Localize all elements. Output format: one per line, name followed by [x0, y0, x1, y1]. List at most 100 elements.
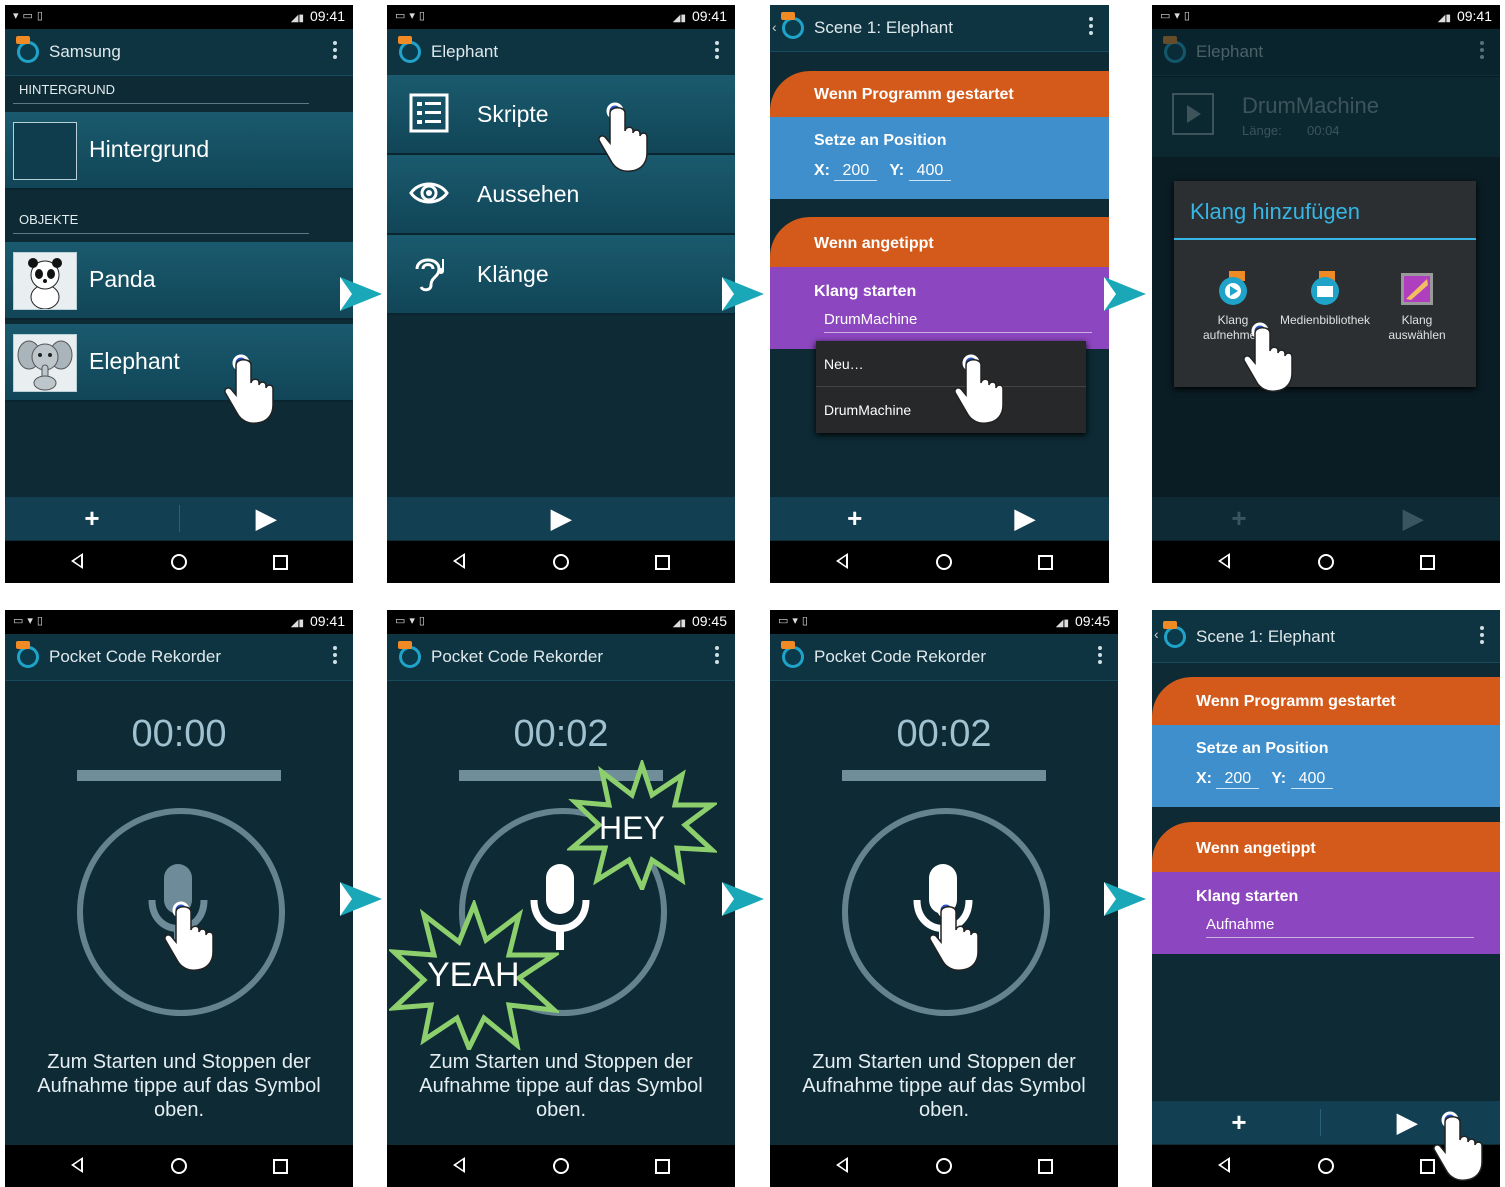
x-value-field[interactable]: 200	[1216, 770, 1260, 789]
home-icon[interactable]	[553, 1158, 569, 1174]
menu-item-sounds[interactable]: Klänge	[387, 235, 735, 315]
plus-icon[interactable]: +	[1152, 497, 1326, 540]
status-bar: ▾▭▯ ◢▮ 09:41	[5, 5, 353, 29]
up-caret-icon[interactable]: ‹	[772, 19, 777, 35]
catrobat-logo-icon[interactable]	[781, 12, 804, 39]
play-icon[interactable]: ▶	[940, 497, 1109, 540]
list-item-background[interactable]: Hintergrund	[5, 112, 353, 190]
status-icons: ▭▾▯	[395, 10, 429, 22]
brick-start-sound[interactable]: Klang starten Aufnahme	[1152, 872, 1500, 954]
brick-when-tapped[interactable]: Wenn angetippt	[1152, 822, 1500, 872]
brick-when-program-started[interactable]: Wenn Programm gestartet	[770, 71, 1109, 117]
overflow-menu-icon[interactable]	[715, 41, 719, 61]
sound-list-item[interactable]: DrumMachine Länge: 00:04	[1152, 77, 1500, 157]
recent-apps-icon[interactable]	[1420, 555, 1435, 570]
recent-apps-icon[interactable]	[655, 555, 670, 570]
back-icon[interactable]	[1218, 1157, 1230, 1173]
action-bar-title: Pocket Code Rekorder	[431, 647, 603, 666]
home-icon[interactable]	[1318, 1158, 1334, 1174]
status-clock-group: ◢▮ 09:41	[1437, 8, 1492, 24]
screen-recorder-stopped: ▭▾▯ ◢▮ 09:45 Pocket Code Rekorder 00:02 Z…	[770, 610, 1118, 1187]
sound-spinner[interactable]: Aufnahme	[1206, 916, 1474, 938]
brick-label: Setze an Position	[1196, 740, 1329, 757]
back-icon[interactable]	[453, 553, 465, 569]
status-icons: ▭▾▯	[778, 615, 812, 627]
brick-when-tapped[interactable]: Wenn angetippt	[770, 217, 1109, 267]
sound-name: DrumMachine	[1242, 93, 1379, 118]
status-bar: ▭▾▯ ◢▮ 09:45	[387, 610, 735, 634]
overflow-menu-icon[interactable]	[715, 646, 719, 666]
recent-apps-icon[interactable]	[273, 555, 288, 570]
play-sound-icon[interactable]	[1172, 93, 1214, 135]
brick-set-position[interactable]: Setze an Position X: 200 Y: 400	[1152, 725, 1500, 807]
x-value-field[interactable]: 200	[834, 162, 878, 181]
nav-bar	[5, 541, 353, 583]
section-header-objects: OBJEKTE	[19, 212, 79, 227]
recent-apps-icon[interactable]	[1038, 555, 1053, 570]
recent-apps-icon[interactable]	[655, 1159, 670, 1174]
y-value-field[interactable]: 400	[1290, 770, 1334, 789]
overflow-menu-icon[interactable]	[1098, 646, 1102, 666]
catrobat-logo-icon[interactable]	[16, 641, 39, 668]
catrobat-logo-icon[interactable]	[1163, 36, 1186, 63]
brick-set-position[interactable]: Setze an Position X: 200 Y: 400	[770, 117, 1109, 199]
home-icon[interactable]	[936, 554, 952, 570]
y-label: Y:	[1271, 770, 1287, 787]
back-icon[interactable]	[836, 553, 848, 569]
action-bar: Elephant	[387, 29, 735, 76]
plus-icon[interactable]: +	[770, 497, 940, 540]
sound-length-label: Länge:	[1242, 123, 1282, 138]
status-icons: ▾▭▯	[13, 10, 47, 22]
back-icon[interactable]	[71, 1157, 83, 1173]
brick-start-sound[interactable]: Klang starten DrumMachine	[770, 267, 1109, 349]
plus-icon[interactable]: +	[5, 497, 179, 540]
menu-item-looks[interactable]: Aussehen	[387, 155, 735, 235]
home-icon[interactable]	[936, 1158, 952, 1174]
dropdown-item-drummachine[interactable]: DrumMachine	[824, 402, 911, 418]
play-icon[interactable]: ▶	[179, 497, 353, 540]
home-icon[interactable]	[171, 1158, 187, 1174]
back-icon[interactable]	[836, 1157, 848, 1173]
catrobat-logo-icon[interactable]	[398, 641, 421, 668]
overflow-menu-icon[interactable]	[333, 646, 337, 666]
menu-item-scripts[interactable]: Skripte	[387, 75, 735, 155]
back-icon[interactable]	[453, 1157, 465, 1173]
brick-label: Wenn Programm gestartet	[1196, 693, 1396, 710]
brick-when-program-started[interactable]: Wenn Programm gestartet	[1152, 677, 1500, 725]
dropdown-item-new[interactable]: Neu…	[824, 356, 864, 372]
play-icon[interactable]: ▶	[387, 497, 735, 540]
y-value-field[interactable]: 400	[908, 162, 952, 181]
up-caret-icon[interactable]: ‹	[1154, 626, 1159, 642]
list-item-elephant[interactable]: Elephant	[5, 324, 353, 402]
home-icon[interactable]	[171, 554, 187, 570]
overflow-menu-icon[interactable]	[1480, 626, 1484, 646]
add-sound-dialog: Klang hinzufügen Klang aufnehmen Medienb…	[1174, 181, 1476, 387]
list-item-panda[interactable]: Panda	[5, 242, 353, 320]
home-icon[interactable]	[553, 554, 569, 570]
overflow-menu-icon[interactable]	[1089, 17, 1093, 37]
dialog-title: Klang hinzufügen	[1190, 199, 1361, 224]
record-progress-bar	[77, 770, 281, 781]
catrobat-logo-icon[interactable]	[781, 641, 804, 668]
catrobat-logo-icon[interactable]	[16, 36, 39, 63]
back-icon[interactable]	[1218, 553, 1230, 569]
next-arrow-icon	[1104, 277, 1146, 311]
catrobat-logo-icon[interactable]	[398, 36, 421, 63]
back-icon[interactable]	[71, 553, 83, 569]
option-media-library[interactable]: Medienbibliothek	[1280, 271, 1370, 328]
screen-object-menu: ▭▾▯ ◢▮ 09:41 Elephant Skripte Aussehen Kl…	[387, 5, 735, 583]
script-icon	[409, 93, 449, 133]
overflow-menu-icon[interactable]	[1480, 41, 1484, 61]
home-icon[interactable]	[1318, 554, 1334, 570]
catrobat-logo-icon[interactable]	[1163, 621, 1186, 648]
play-icon[interactable]: ▶	[1326, 497, 1500, 540]
option-choose-sound[interactable]: Klang auswählen	[1372, 271, 1462, 343]
action-bar: Pocket Code Rekorder	[770, 634, 1118, 681]
recent-apps-icon[interactable]	[1038, 1159, 1053, 1174]
elephant-thumbnail	[13, 334, 77, 392]
overflow-menu-icon[interactable]	[333, 41, 337, 61]
option-label: Klang auswählen	[1388, 313, 1446, 342]
recent-apps-icon[interactable]	[273, 1159, 288, 1174]
plus-icon[interactable]: +	[1152, 1101, 1326, 1144]
sound-spinner[interactable]: DrumMachine	[824, 311, 1092, 333]
